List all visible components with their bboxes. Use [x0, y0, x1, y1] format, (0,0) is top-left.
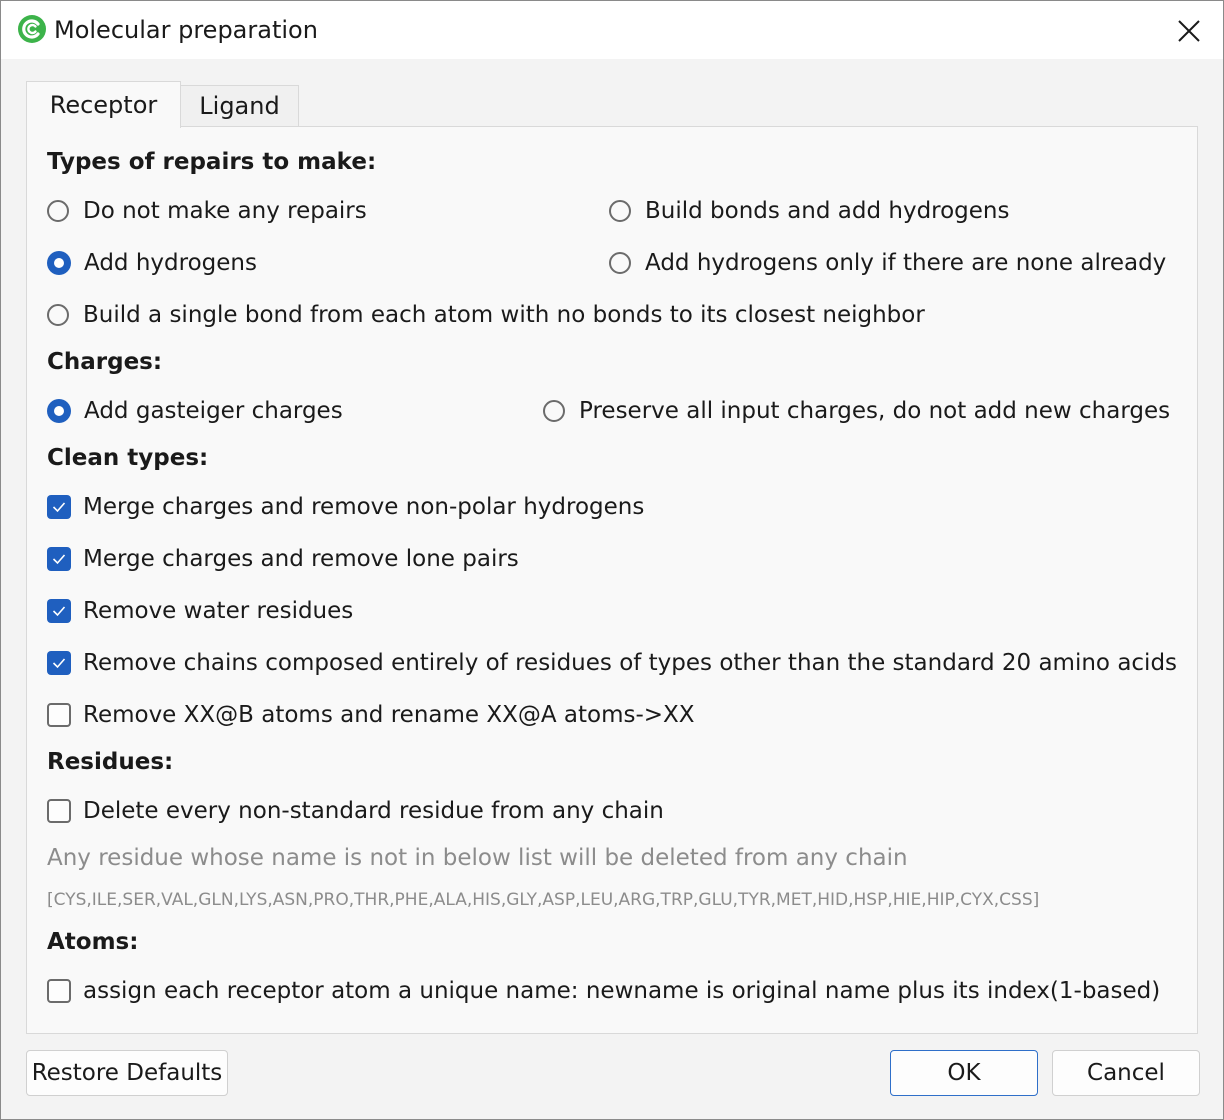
close-icon	[1178, 20, 1200, 42]
charges-heading: Charges:	[47, 349, 163, 375]
option-label: Add hydrogens only if there are none alr…	[645, 250, 1167, 276]
option-label: Add gasteiger charges	[84, 398, 343, 424]
radio-button[interactable]	[47, 200, 69, 222]
receptor-panel: Types of repairs to make: Do not make an…	[26, 126, 1198, 1034]
radio-button[interactable]	[47, 304, 69, 326]
radio-add-hydrogens[interactable]: Add hydrogens	[47, 248, 257, 278]
title-bar: Molecular preparation	[1, 1, 1223, 59]
checkbox-checked[interactable]	[47, 547, 71, 571]
option-label: Remove water residues	[83, 598, 354, 624]
checkbox-merge-lone-pairs[interactable]: Merge charges and remove lone pairs	[47, 544, 519, 574]
option-label: Remove chains composed entirely of resid…	[83, 650, 1178, 676]
repairs-heading: Types of repairs to make:	[47, 149, 377, 175]
radio-button[interactable]	[609, 252, 631, 274]
checkbox-remove-altloc-atoms[interactable]: Remove XX@B atoms and rename XX@A atoms-…	[47, 700, 695, 730]
option-label: Remove XX@B atoms and rename XX@A atoms-…	[83, 702, 695, 728]
checkbox-merge-nonpolar-hydrogens[interactable]: Merge charges and remove non-polar hydro…	[47, 492, 644, 522]
option-label: Build a single bond from each atom with …	[83, 302, 925, 328]
radio-button-selected[interactable]	[47, 251, 71, 275]
option-label: Add hydrogens	[84, 250, 257, 276]
atoms-heading: Atoms:	[47, 929, 139, 955]
standard-residue-list: [CYS,ILE,SER,VAL,GLN,LYS,ASN,PRO,THR,PHE…	[47, 890, 1040, 910]
checkbox-unchecked[interactable]	[47, 703, 71, 727]
checkmark-icon	[52, 658, 66, 669]
tab-ligand[interactable]: Ligand	[181, 85, 299, 126]
radio-build-bonds-add-hydrogens[interactable]: Build bonds and add hydrogens	[609, 196, 1010, 226]
checkbox-remove-water[interactable]: Remove water residues	[47, 596, 353, 626]
radio-no-repairs[interactable]: Do not make any repairs	[47, 196, 367, 226]
checkbox-checked[interactable]	[47, 495, 71, 519]
close-button[interactable]	[1167, 11, 1211, 51]
radio-button[interactable]	[609, 200, 631, 222]
radio-add-gasteiger-charges[interactable]: Add gasteiger charges	[47, 396, 343, 426]
checkbox-unique-atom-names[interactable]: assign each receptor atom a unique name:…	[47, 976, 1160, 1006]
molecular-preparation-dialog: Molecular preparation Receptor Ligand Ty…	[0, 0, 1224, 1120]
residues-note: Any residue whose name is not in below l…	[47, 845, 908, 871]
restore-defaults-button[interactable]: Restore Defaults	[26, 1050, 228, 1096]
radio-add-hydrogens-if-none[interactable]: Add hydrogens only if there are none alr…	[609, 248, 1166, 278]
clean-types-heading: Clean types:	[47, 445, 209, 471]
radio-preserve-input-charges[interactable]: Preserve all input charges, do not add n…	[543, 396, 1170, 426]
window-title: Molecular preparation	[54, 16, 318, 44]
option-label: Build bonds and add hydrogens	[645, 198, 1010, 224]
option-label: Preserve all input charges, do not add n…	[579, 398, 1171, 424]
tab-receptor[interactable]: Receptor	[26, 81, 181, 128]
checkbox-unchecked[interactable]	[47, 979, 71, 1003]
checkbox-checked[interactable]	[47, 599, 71, 623]
checkbox-remove-nonstandard-chains[interactable]: Remove chains composed entirely of resid…	[47, 648, 1177, 678]
checkbox-checked[interactable]	[47, 651, 71, 675]
option-label: Merge charges and remove lone pairs	[83, 546, 519, 572]
residues-heading: Residues:	[47, 749, 174, 775]
option-label: Delete every non-standard residue from a…	[83, 798, 664, 824]
option-label: Merge charges and remove non-polar hydro…	[83, 494, 645, 520]
app-logo-icon	[18, 15, 46, 43]
checkbox-delete-nonstandard-residues[interactable]: Delete every non-standard residue from a…	[47, 796, 664, 826]
checkmark-icon	[52, 606, 66, 617]
ok-button[interactable]: OK	[890, 1050, 1038, 1096]
option-label: Do not make any repairs	[83, 198, 367, 224]
radio-build-single-bond[interactable]: Build a single bond from each atom with …	[47, 300, 925, 330]
radio-button-selected[interactable]	[47, 399, 71, 423]
checkmark-icon	[52, 554, 66, 565]
radio-button[interactable]	[543, 400, 565, 422]
option-label: assign each receptor atom a unique name:…	[83, 978, 1161, 1004]
checkbox-unchecked[interactable]	[47, 799, 71, 823]
checkmark-icon	[52, 502, 66, 513]
cancel-button[interactable]: Cancel	[1052, 1050, 1200, 1096]
